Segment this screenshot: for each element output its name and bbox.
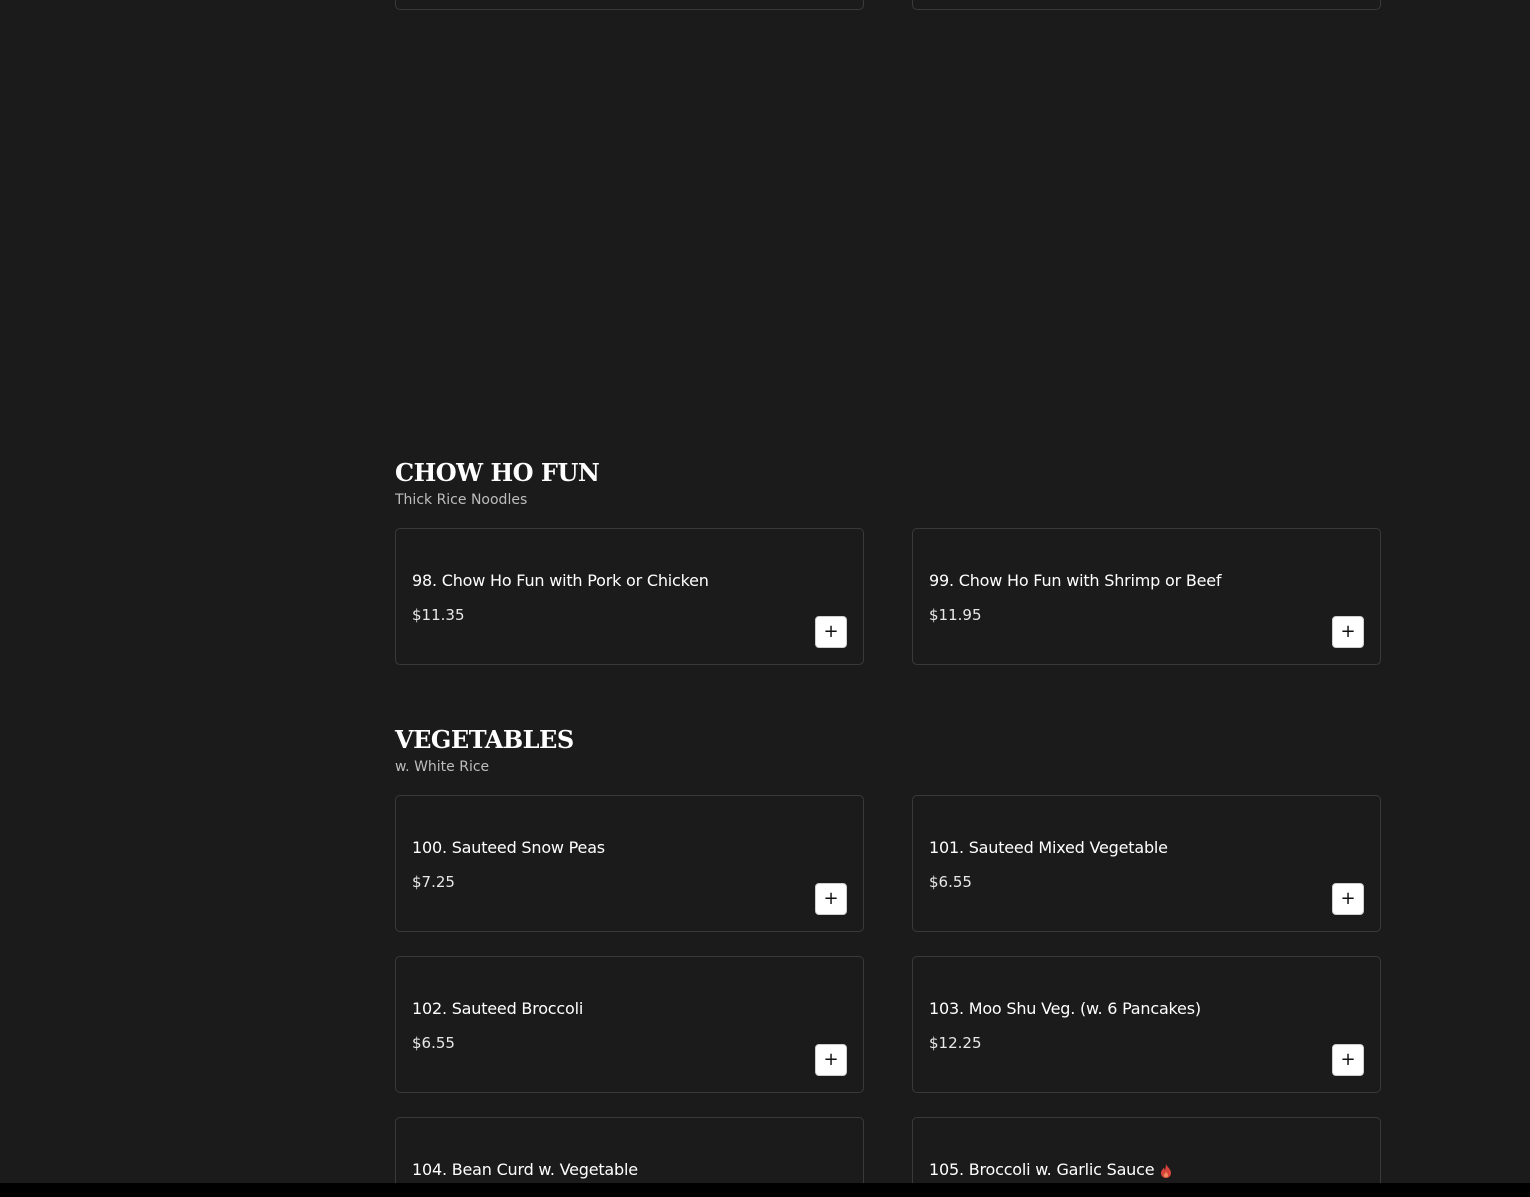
item-name: 105. Broccoli w. Garlic Sauce <box>929 1160 1155 1179</box>
section-subtitle: Thick Rice Noodles <box>395 492 528 508</box>
item-price: $11.35 <box>412 606 465 624</box>
item-price: $6.55 <box>412 1034 455 1052</box>
spicy-flame-icon <box>1160 1163 1172 1178</box>
item-name: 98. Chow Ho Fun with Pork or Chicken <box>412 571 709 590</box>
item-price: $7.25 <box>412 873 455 891</box>
add-to-cart-button[interactable]: + <box>1332 616 1364 648</box>
item-name: 102. Sauteed Broccoli <box>412 999 584 1018</box>
section-title: CHOW HO FUN <box>395 458 600 487</box>
item-name: 100. Sauteed Snow Peas <box>412 838 605 857</box>
menu-item-card[interactable]: 98. Chow Ho Fun with Pork or Chicken $11… <box>395 528 864 665</box>
item-name-row: 105. Broccoli w. Garlic Sauce <box>929 1160 1172 1179</box>
menu-item-card-partial[interactable] <box>395 0 864 10</box>
item-name: 104. Bean Curd w. Vegetable <box>412 1160 638 1179</box>
menu-item-card[interactable]: 102. Sauteed Broccoli $6.55 + <box>395 956 864 1093</box>
add-to-cart-button[interactable]: + <box>1332 883 1364 915</box>
add-to-cart-button[interactable]: + <box>815 616 847 648</box>
section-title: VEGETABLES <box>395 725 574 754</box>
menu-item-card[interactable]: 100. Sauteed Snow Peas $7.25 + <box>395 795 864 932</box>
item-name: 99. Chow Ho Fun with Shrimp or Beef <box>929 571 1222 590</box>
item-name: 101. Sauteed Mixed Vegetable <box>929 838 1168 857</box>
item-price: $12.25 <box>929 1034 982 1052</box>
bottom-bar <box>0 1183 1530 1197</box>
add-to-cart-button[interactable]: + <box>1332 1044 1364 1076</box>
item-price: $6.55 <box>929 873 972 891</box>
menu-item-card[interactable]: 103. Moo Shu Veg. (w. 6 Pancakes) $12.25… <box>912 956 1381 1093</box>
item-price: $11.95 <box>929 606 982 624</box>
section-subtitle: w. White Rice <box>395 759 490 775</box>
menu-page: CHOW HO FUN Thick Rice Noodles 98. Chow … <box>0 0 1530 1197</box>
menu-item-card[interactable]: 99. Chow Ho Fun with Shrimp or Beef $11.… <box>912 528 1381 665</box>
item-name: 103. Moo Shu Veg. (w. 6 Pancakes) <box>929 999 1201 1018</box>
menu-item-card-partial[interactable] <box>912 0 1381 10</box>
menu-item-card[interactable]: 101. Sauteed Mixed Vegetable $6.55 + <box>912 795 1381 932</box>
add-to-cart-button[interactable]: + <box>815 1044 847 1076</box>
add-to-cart-button[interactable]: + <box>815 883 847 915</box>
